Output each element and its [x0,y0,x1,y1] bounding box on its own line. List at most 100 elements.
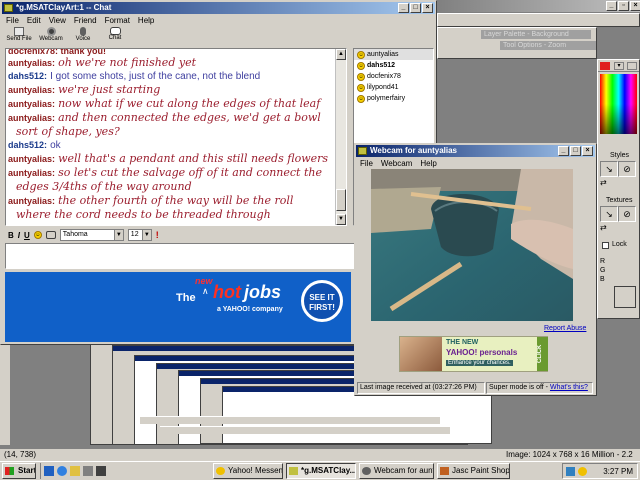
voice-button[interactable]: Voice [70,27,96,47]
menu-file[interactable]: File [6,15,19,26]
underline-button[interactable]: U [24,231,30,240]
tray-network-icon[interactable] [566,466,575,476]
psp-restore-button[interactable]: ▫ [618,1,629,11]
quick-launch [40,463,210,479]
clock[interactable]: 3:27 PM [603,467,633,476]
report-abuse-link[interactable]: Report Abuse [544,325,586,332]
ad-click-tab[interactable]: CLICK [537,337,548,371]
webcam-menu-file[interactable]: File [360,158,373,169]
imvironment-icon[interactable]: ! [156,230,159,240]
tool-options-title[interactable]: Tool Options - Zoom [500,41,596,50]
font-select[interactable]: Tahoma ▼ [59,229,124,241]
webcam-titlebar[interactable]: Webcam for auntyalias _ □ × [356,145,595,157]
chat-line: auntyalias: now what if we cut along the… [8,97,321,110]
psp-task-icon [440,467,449,475]
outlook-icon[interactable] [70,466,80,476]
menu-friend[interactable]: Friend [74,15,97,26]
webcam-window[interactable]: Webcam for auntyalias _ □ × File Webcam … [354,143,597,396]
psp-minimize-button[interactable]: _ [606,1,617,11]
yahoo-personals-ad[interactable]: THE NEW YAHOO! personals Enhance your ch… [399,336,548,372]
tray-messenger-icon[interactable] [578,466,587,476]
webcam-close-button[interactable]: × [582,146,593,156]
menu-help[interactable]: Help [138,15,154,26]
foreground-swatch[interactable] [600,62,610,70]
lock-label: Lock [612,241,627,248]
layer-palette-title[interactable]: Layer Palette - Background [481,30,591,39]
show-desktop-icon[interactable] [44,466,54,476]
scroll-down-arrow[interactable]: ▼ [336,214,346,225]
whats-this-link[interactable]: What's this? [550,384,588,391]
chat-line: dahs512: ok [8,140,61,151]
webcam-menu-help[interactable]: Help [420,158,436,169]
chat-titlebar[interactable]: *g.MSATClayArt:1 -- Chat _ □ × [2,2,435,14]
ad-caret-icon: ∧ [202,286,209,296]
friend-item[interactable]: ☺ lilypond41 [354,82,433,93]
task-paint-shop[interactable]: Jasc Paint Shop ... [437,463,510,479]
mini-taskbar-strip-2 [160,426,450,434]
ad-photo [400,337,442,371]
friend-item[interactable]: ☺ auntyalias [354,49,433,60]
quicklaunch-app-icon[interactable] [83,466,93,476]
webcam-menu-webcam[interactable]: Webcam [381,158,412,169]
italic-button[interactable]: I [18,231,20,240]
chat-log[interactable]: docfenix78: thank you! auntyalias: oh we… [5,48,347,226]
task-webcam[interactable]: Webcam for aunt... [359,463,434,479]
friend-item[interactable]: ☺ docfenix78 [354,71,433,82]
ad-the-text: The [176,292,196,304]
webcam-button[interactable]: Webcam [38,27,64,47]
send-file-icon [14,27,24,36]
chat-button[interactable]: Chat [102,27,128,47]
chat-minimize-button[interactable]: _ [398,3,409,13]
browser-icon[interactable] [57,466,67,476]
rgb-readout: R G B [600,257,605,284]
start-button[interactable]: Start [2,463,36,479]
chat-close-button[interactable]: × [422,3,433,13]
scroll-up-arrow[interactable]: ▲ [336,49,346,60]
chat-maximize-button[interactable]: □ [410,3,421,13]
palette-dropdown-icon[interactable]: ▾ [614,62,624,70]
quicklaunch-app2-icon[interactable] [96,466,106,476]
styles-background-button[interactable]: ⊘ [618,161,636,177]
textures-label: Textures [606,197,633,204]
palette-menu-icon[interactable] [627,62,637,70]
color-icon[interactable] [45,231,56,239]
webcam-image [371,169,573,321]
chat-scrollbar[interactable]: ▲ ▼ [335,49,346,225]
smiley-icon: ☺ [357,61,365,70]
chat-line-continued: edges 3/4ths of the way around [16,180,192,193]
psp-close-button[interactable]: × [630,1,640,11]
smiley-icon: ☺ [357,50,365,59]
system-tray: 3:27 PM [562,463,638,479]
ad-line2: YAHOO! personals [446,348,518,357]
task-yahoo-messenger[interactable]: Yahoo! Messenger [213,463,283,479]
menu-view[interactable]: View [49,15,66,26]
friend-item[interactable]: ☺ polymerfairy [354,93,433,104]
scroll-thumb[interactable] [336,189,346,211]
webcam-maximize-button[interactable]: □ [570,146,581,156]
ad-see-it-badge[interactable]: SEE IT FIRST! [301,280,343,322]
smiley-icon: ☺ [357,94,365,103]
send-file-button[interactable]: Send File [6,27,32,47]
color-preview [614,286,636,308]
lock-checkbox[interactable] [602,242,609,249]
bold-button[interactable]: B [8,231,14,240]
styles-foreground-button[interactable]: ↘ [600,161,618,177]
texture-foreground-button[interactable]: ↘ [600,206,618,222]
mini-taskbar-strip [140,416,440,424]
swap-textures-icon[interactable]: ⇄ [600,223,607,232]
webcam-minimize-button[interactable]: _ [558,146,569,156]
swap-colors-icon[interactable]: ⇄ [600,178,607,187]
menu-edit[interactable]: Edit [27,15,41,26]
ad-line1: THE NEW [446,339,479,346]
texture-background-button[interactable]: ⊘ [618,206,636,222]
color-spectrum[interactable] [600,74,637,134]
r-label: R [600,258,606,265]
hotjobs-ad-banner[interactable]: The new ∧ hot jobs a YAHOO! company SEE … [5,272,351,342]
menu-format[interactable]: Format [105,15,130,26]
task-chat[interactable]: *g.MSATClay... [286,463,356,479]
friend-item[interactable]: ☺ dahs512 [354,60,433,71]
emoticon-icon[interactable]: ☺ [33,231,42,239]
webcam-title: Webcam for auntyalias [370,146,457,155]
size-select[interactable]: 12 ▼ [127,229,152,241]
windows-logo-icon [5,467,14,475]
